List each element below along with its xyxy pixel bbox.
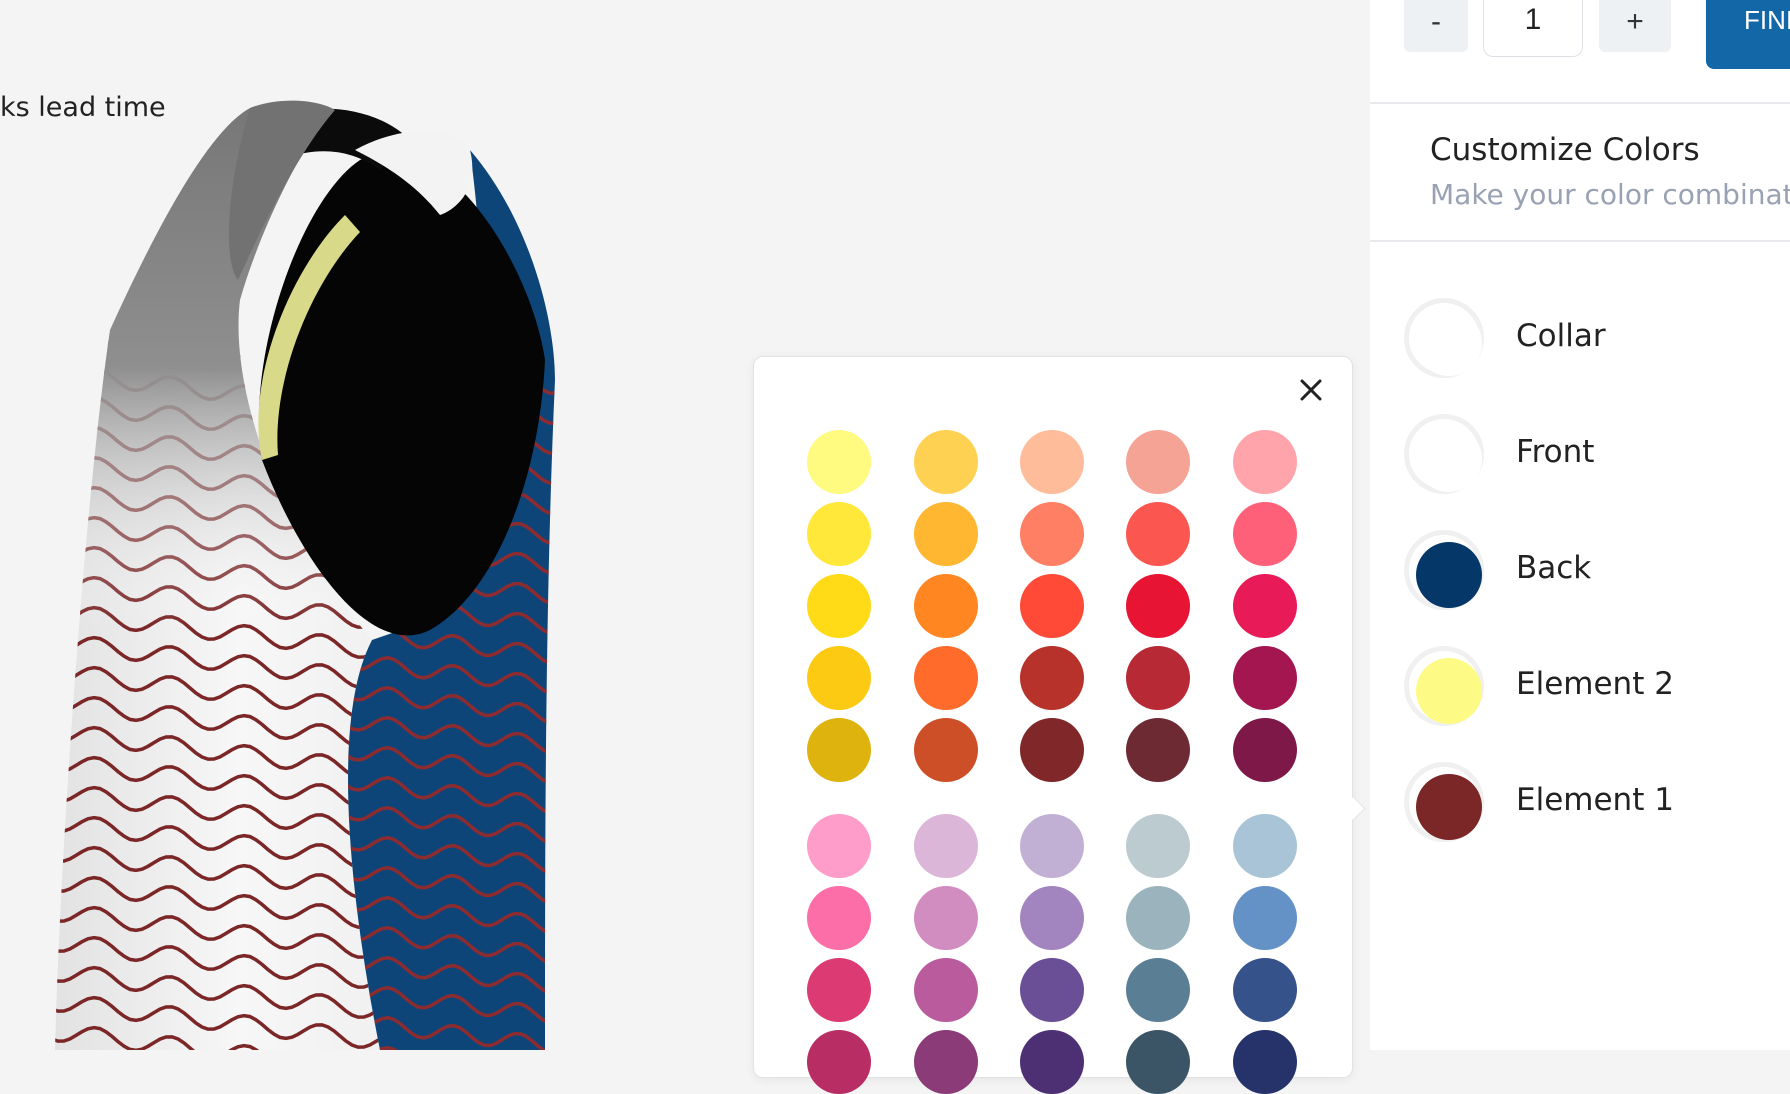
color-swatch[interactable]: [1020, 718, 1084, 782]
color-swatch[interactable]: [1233, 646, 1297, 710]
part-label: Back: [1516, 550, 1592, 586]
color-swatch[interactable]: [1126, 1030, 1190, 1094]
divider: [1370, 102, 1790, 104]
color-swatch[interactable]: [914, 502, 978, 566]
color-swatch[interactable]: [807, 646, 871, 710]
part-color-dot: [1416, 542, 1482, 608]
part-color-swatch[interactable]: [1404, 646, 1484, 726]
color-swatch[interactable]: [1126, 430, 1190, 494]
customize-colors-title: Customize Colors: [1430, 132, 1700, 168]
color-swatch[interactable]: [1233, 958, 1297, 1022]
part-label: Element 1: [1516, 782, 1674, 818]
part-color-dot: [1416, 658, 1482, 724]
part-label: Front: [1516, 434, 1595, 470]
color-swatch[interactable]: [914, 958, 978, 1022]
color-swatch[interactable]: [807, 718, 871, 782]
color-swatch[interactable]: [807, 1030, 871, 1094]
color-swatch[interactable]: [1126, 718, 1190, 782]
part-row-element-1[interactable]: Element 1: [1404, 762, 1790, 854]
finish-button[interactable]: FINI: [1706, 0, 1790, 69]
part-color-swatch[interactable]: [1404, 530, 1484, 610]
color-swatch[interactable]: [914, 646, 978, 710]
color-swatch[interactable]: [1126, 502, 1190, 566]
color-swatch[interactable]: [1233, 1030, 1297, 1094]
color-swatch[interactable]: [1233, 886, 1297, 950]
color-swatch[interactable]: [1233, 574, 1297, 638]
color-swatch[interactable]: [914, 886, 978, 950]
quantity-decrease-button[interactable]: -: [1404, 0, 1468, 52]
color-swatch[interactable]: [807, 886, 871, 950]
color-swatch[interactable]: [914, 814, 978, 878]
part-color-swatch[interactable]: [1404, 298, 1484, 378]
color-swatch[interactable]: [807, 430, 871, 494]
divider: [1370, 240, 1790, 242]
color-swatch[interactable]: [1126, 958, 1190, 1022]
color-swatch[interactable]: [1020, 502, 1084, 566]
part-label: Collar: [1516, 318, 1606, 354]
color-swatch[interactable]: [1020, 958, 1084, 1022]
part-color-dot: [1416, 426, 1482, 492]
color-picker-popover: [753, 356, 1353, 1094]
color-swatch[interactable]: [1020, 646, 1084, 710]
color-swatch[interactable]: [807, 958, 871, 1022]
color-swatch[interactable]: [1020, 814, 1084, 878]
color-swatch[interactable]: [1233, 718, 1297, 782]
color-swatch[interactable]: [1233, 814, 1297, 878]
part-row-back[interactable]: Back: [1404, 530, 1790, 622]
color-swatch[interactable]: [1020, 886, 1084, 950]
quantity-increase-button[interactable]: +: [1599, 0, 1671, 52]
color-swatch[interactable]: [807, 814, 871, 878]
color-swatch[interactable]: [1126, 646, 1190, 710]
quantity-input[interactable]: 1: [1483, 0, 1583, 57]
color-swatch[interactable]: [1126, 886, 1190, 950]
color-swatch[interactable]: [914, 574, 978, 638]
close-icon[interactable]: [1294, 373, 1328, 407]
color-swatch[interactable]: [1126, 574, 1190, 638]
color-swatch[interactable]: [807, 574, 871, 638]
part-color-swatch[interactable]: [1404, 762, 1484, 842]
color-swatch[interactable]: [914, 718, 978, 782]
color-swatch[interactable]: [1020, 1030, 1084, 1094]
color-swatch[interactable]: [914, 1030, 978, 1094]
customize-panel: - 1 + FINI Customize Colors Make your co…: [1370, 0, 1790, 1050]
color-swatch[interactable]: [1020, 430, 1084, 494]
part-color-dot: [1416, 310, 1482, 376]
part-color-swatch[interactable]: [1404, 414, 1484, 494]
customize-colors-subtitle: Make your color combinat: [1430, 178, 1790, 211]
color-swatch[interactable]: [1020, 574, 1084, 638]
color-swatch[interactable]: [1233, 502, 1297, 566]
part-label: Element 2: [1516, 666, 1674, 702]
part-row-element-2[interactable]: Element 2: [1404, 646, 1790, 738]
part-row-collar[interactable]: Collar: [1404, 298, 1790, 390]
part-color-dot: [1416, 774, 1482, 840]
part-row-front[interactable]: Front: [1404, 414, 1790, 506]
color-swatch[interactable]: [807, 502, 871, 566]
color-swatch[interactable]: [1233, 430, 1297, 494]
color-swatch[interactable]: [914, 430, 978, 494]
color-swatch[interactable]: [1126, 814, 1190, 878]
